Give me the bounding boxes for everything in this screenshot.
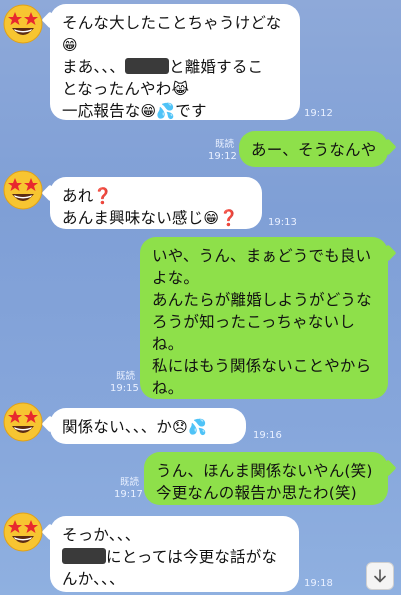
message-line: まあ、、、 と離婚するこ xyxy=(62,58,264,76)
message-bubble[interactable]: あー、そうなんや xyxy=(239,131,388,167)
timestamp: 19:15 xyxy=(110,383,139,394)
message-line: あんたらが離婚しようがどうな xyxy=(152,291,372,309)
avatar-star-struck-icon[interactable] xyxy=(1,510,45,554)
message-bubble[interactable]: 関係ない、、、か😞💦 xyxy=(50,408,246,444)
message-line: 😁 xyxy=(62,34,288,56)
scroll-to-bottom-button[interactable] xyxy=(366,562,394,590)
message-bubble[interactable]: いや、うん、まぁどうでも良い よな。 あんたらが離婚しようがどうな ろうが知った… xyxy=(140,237,388,399)
message-line: ね。 xyxy=(152,335,184,353)
read-receipt: 既読 xyxy=(214,139,234,150)
redacted-name xyxy=(62,548,106,564)
sweat-droplets-icon: 💦 xyxy=(187,418,207,436)
question-mark-icon: ❓ xyxy=(219,209,239,227)
timestamp: 19:13 xyxy=(268,217,297,228)
read-receipt: 既読 xyxy=(115,371,135,382)
message-line: 一応報告な😁💦です xyxy=(62,102,207,120)
message-line: 関係ない、、、か😞💦 xyxy=(62,418,207,436)
question-mark-icon: ❓ xyxy=(93,187,113,205)
timestamp: 19:12 xyxy=(208,151,237,162)
arrow-down-icon xyxy=(374,569,386,583)
redacted-name xyxy=(125,58,170,74)
timestamp: 19:17 xyxy=(114,489,143,500)
avatar-star-struck-icon[interactable] xyxy=(1,400,45,444)
message-line: いや、うん、まぁどうでも良い xyxy=(152,247,372,265)
message-line: よな。 xyxy=(152,269,200,287)
timestamp: 19:16 xyxy=(253,430,282,441)
message-line: 私にはもう関係ないことやから xyxy=(152,357,372,375)
message-line: あれ❓ xyxy=(62,187,113,205)
message-line: うん、ほんま関係ないやん(笑) xyxy=(156,462,373,480)
message-bubble[interactable]: そっか、、、 にとっては今更な話がな んか、、、 xyxy=(50,516,299,592)
message-line: にとっては今更な話がな xyxy=(62,546,287,568)
message-line: んか、、、 xyxy=(62,570,125,588)
message-bubble[interactable]: うん、ほんま関係ないやん(笑) 今更なんの報告か思たわ(笑) xyxy=(144,452,388,505)
sweat-droplets-icon: 💦 xyxy=(156,102,176,120)
message-line: あんま興味ない感じ😁❓ xyxy=(62,209,239,227)
message-bubble[interactable]: そんな大したことちゃうけどな 😁 まあ、、、 と離婚するこ となったんやわ😹 一応… xyxy=(50,4,300,120)
grin-emoji-icon: 😁 xyxy=(140,102,157,120)
timestamp: 19:18 xyxy=(304,578,333,589)
message-bubble[interactable]: あれ❓ あんま興味ない感じ😁❓ xyxy=(50,177,262,229)
message-line: そんな大したことちゃうけどな xyxy=(62,14,282,32)
read-receipt: 既読 xyxy=(119,477,139,488)
message-line: そっか、、、 xyxy=(62,526,141,544)
avatar-star-struck-icon[interactable] xyxy=(1,2,45,46)
message-line: となったんやわ😹 xyxy=(62,80,190,98)
timestamp: 19:12 xyxy=(304,108,333,119)
message-line: あー、そうなんや xyxy=(251,141,377,159)
disappointed-emoji-icon: 😞 xyxy=(172,418,188,436)
grin-emoji-icon: 😁 xyxy=(203,209,220,227)
message-line: 今更なんの報告か思たわ(笑) xyxy=(156,484,357,502)
message-line: ろうが知ったこっちゃないし xyxy=(152,313,356,331)
avatar-star-struck-icon[interactable] xyxy=(1,168,45,212)
message-line: ね。 xyxy=(152,379,184,397)
crying-cat-emoji-icon: 😹 xyxy=(171,80,190,98)
grin-emoji-icon: 😁 xyxy=(62,36,78,54)
